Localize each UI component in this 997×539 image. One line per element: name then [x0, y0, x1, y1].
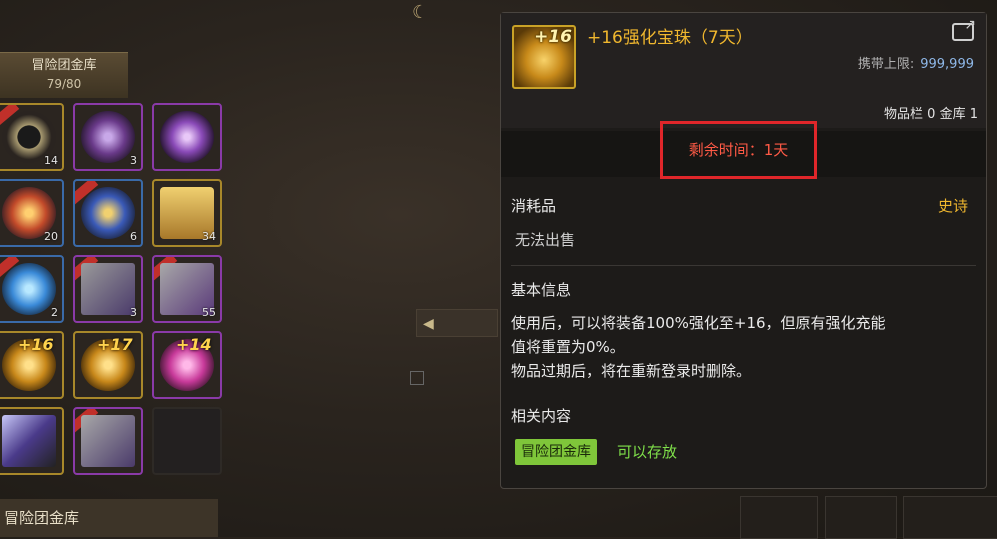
enhance-level: +17: [97, 335, 133, 354]
checkbox-icon: [410, 370, 424, 385]
storage-count: 79/80: [46, 77, 82, 91]
storage-bottom-tab[interactable]: 冒险团金库: [0, 499, 218, 537]
inventory-slot[interactable]: [152, 103, 222, 171]
bottom-slot: [825, 496, 897, 539]
carry-limit: 携带上限: 999,999: [858, 53, 974, 72]
related-content-heading: 相关内容: [511, 407, 572, 425]
auto-store-checkbox[interactable]: [410, 366, 500, 388]
slot-quantity: 6: [130, 230, 137, 243]
ticket-icon: [81, 263, 135, 315]
inventory-grid: 14 3 20 6 34 2 3 55 +16 +17 +14: [0, 103, 222, 475]
description-line: 使用后，可以将装备100%强化至+16，但原有强化充能: [511, 314, 886, 332]
inventory-slot[interactable]: 55: [152, 255, 222, 323]
inventory-slot[interactable]: +14: [152, 331, 222, 399]
sell-status: 无法出售: [515, 231, 576, 249]
enhance-orb-icon: +16: [512, 25, 576, 89]
inventory-slot[interactable]: 3: [73, 103, 143, 171]
description-line: 值将重置为0%。: [511, 338, 625, 356]
slot-quantity: 2: [51, 306, 58, 319]
inventory-slot[interactable]: +16: [0, 331, 64, 399]
item-enhance-level: +16: [534, 27, 572, 47]
storage-tab[interactable]: 冒险团金库 79/80: [0, 52, 128, 98]
inventory-slot[interactable]: 14: [0, 103, 64, 171]
carry-limit-value: 999,999: [920, 57, 974, 72]
item-category: 消耗品: [511, 197, 557, 215]
bottom-slot: [740, 496, 818, 539]
basic-info-heading: 基本信息: [511, 281, 572, 299]
inventory-slot[interactable]: 3: [73, 255, 143, 323]
slot-quantity: 55: [202, 306, 216, 319]
share-icon[interactable]: [952, 17, 976, 41]
inventory-slot[interactable]: 2: [0, 255, 64, 323]
ticket-icon: [81, 415, 135, 467]
storage-tag: 冒险团金库: [515, 439, 597, 465]
inventory-slot[interactable]: [0, 407, 64, 475]
slot-quantity: 20: [44, 230, 58, 243]
expand-arrow-button[interactable]: ◀: [416, 309, 498, 337]
item-rarity: 史诗: [937, 197, 968, 215]
blue-chest-icon: [81, 187, 135, 239]
moon-icon: ☾: [412, 2, 429, 23]
carry-limit-label: 携带上限:: [857, 57, 915, 72]
can-store-text: 可以存放: [617, 443, 678, 461]
blue-wing-icon: [2, 263, 56, 315]
description-line: 物品过期后，将在重新登录时删除。: [511, 362, 752, 380]
slot-quantity: 3: [130, 306, 137, 319]
enhance-level: +14: [176, 335, 212, 354]
inventory-slot[interactable]: 34: [152, 179, 222, 247]
weapon-icon: [2, 415, 56, 467]
inventory-slot[interactable]: [73, 407, 143, 475]
slot-quantity: 14: [44, 154, 58, 167]
stock-count: 物品栏 0 金库 1: [884, 107, 978, 122]
slot-quantity: 3: [130, 154, 137, 167]
inventory-slot[interactable]: +17: [73, 331, 143, 399]
tooltip-header: +16 +16强化宝珠（7天） 携带上限: 999,999 物品栏 0 金库 1: [501, 13, 986, 128]
divider: [511, 265, 976, 266]
bottom-slot: [903, 496, 997, 539]
item-title: +16强化宝珠（7天）: [587, 28, 753, 48]
item-description: 使用后，可以将装备100%强化至+16，但原有强化充能 值将重置为0%。 物品过…: [511, 311, 971, 383]
remaining-time: 剩余时间：1天: [660, 121, 817, 179]
crown-icon: [160, 111, 214, 163]
inventory-slot-empty[interactable]: [152, 407, 222, 475]
storage-tab-title: 冒险团金库: [31, 58, 97, 73]
purple-orb-icon: [81, 111, 135, 163]
inventory-slot[interactable]: 6: [73, 179, 143, 247]
enhance-level: +16: [18, 335, 54, 354]
inventory-slot[interactable]: 20: [0, 179, 64, 247]
slot-quantity: 34: [202, 230, 216, 243]
item-tooltip: +16 +16强化宝珠（7天） 携带上限:999,999 物品栏 0 金库 1 …: [500, 12, 987, 489]
